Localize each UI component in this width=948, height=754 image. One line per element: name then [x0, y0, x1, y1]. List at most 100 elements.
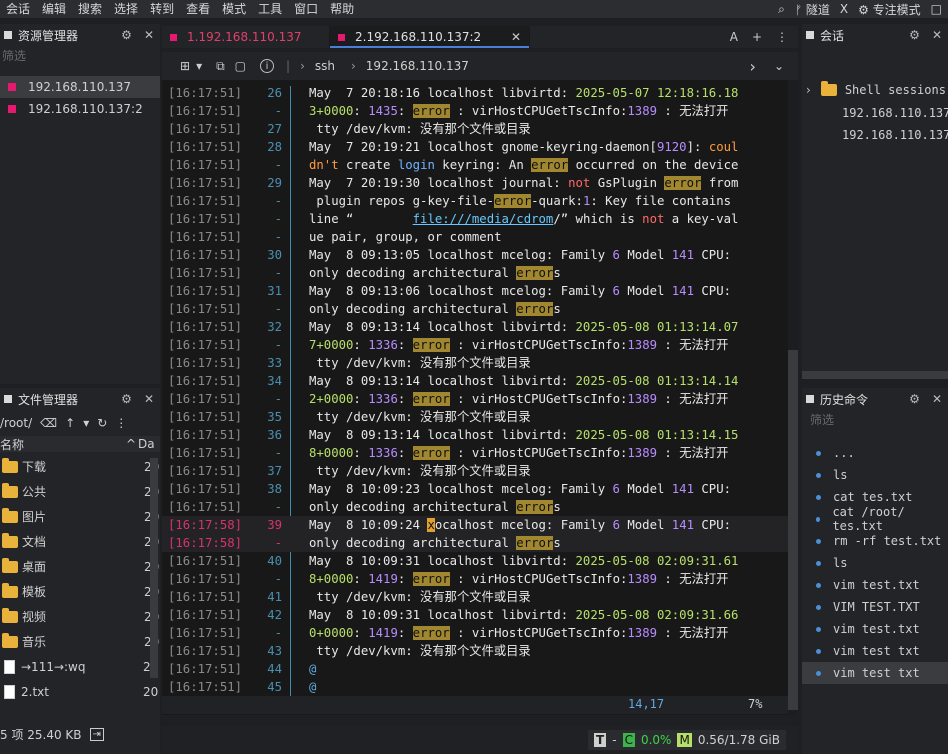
line-number: 45 — [267, 680, 282, 694]
line-number: - — [274, 536, 282, 550]
font-button[interactable]: A — [730, 30, 738, 44]
window-icon[interactable]: □ — [931, 2, 942, 16]
file-row[interactable]: 文档20 — [0, 529, 160, 554]
clear-icon[interactable]: ⌫ — [40, 416, 57, 430]
more-icon[interactable]: ⋮ — [115, 416, 127, 430]
history-item[interactable]: vim test.txt — [802, 574, 948, 596]
terminal-line: [16:17:51] - line “ file:///media/cdrom/” … — [162, 210, 788, 228]
scrollbar[interactable] — [150, 458, 158, 678]
history-item[interactable]: vim test txt — [802, 640, 948, 662]
settings-icon[interactable]: ⚙ — [909, 28, 920, 42]
menu-help[interactable]: 帮助 — [324, 0, 360, 18]
close-icon[interactable]: ✕ — [932, 28, 942, 42]
sessions-filter-input[interactable] — [802, 58, 948, 78]
terminal-scrollbar[interactable] — [788, 80, 798, 715]
file-row[interactable]: 桌面20 — [0, 554, 160, 579]
resource-filter-input[interactable]: 筛选 — [0, 46, 160, 66]
menu-mode[interactable]: 模式 — [216, 0, 252, 18]
terminal-line: [16:17:51] 30 May 8 09:13:05 localhost mce… — [162, 246, 788, 264]
session-item-2[interactable]: 192.168.110.137 — [802, 124, 948, 146]
history-item[interactable]: rm -rf test.txt — [802, 530, 948, 552]
history-item[interactable]: ... — [802, 442, 948, 464]
line-text: May 8 09:13:14 localhost libvirtd: 2025-… — [309, 320, 739, 334]
dropdown-icon[interactable]: ▾ — [83, 416, 89, 430]
file-name: 2.txt — [21, 684, 49, 699]
file-row[interactable]: 2.txt 20 — [0, 679, 160, 704]
terminal-sync-icon[interactable]: ⇥ — [89, 727, 104, 741]
history-item[interactable]: VIM TEST.TXT — [802, 596, 948, 618]
shell-sessions-folder[interactable]: › Shell sessions — [802, 78, 948, 102]
tab-session-2[interactable]: 2.192.168.110.137:2 ✕ — [330, 26, 530, 48]
info-icon[interactable]: i — [260, 59, 275, 73]
settings-icon[interactable]: ⚙ — [909, 392, 920, 406]
close-icon[interactable]: ✕ — [144, 392, 154, 406]
split-icon[interactable]: ⧉ — [216, 59, 225, 74]
line-timestamp: [16:17:51] — [168, 446, 243, 460]
bullet-icon — [816, 516, 821, 522]
close-icon[interactable]: ✕ — [144, 28, 154, 42]
line-text: 8+0000: 1336: error : virHostCPUGetTscIn… — [309, 446, 729, 460]
chevron-right-icon[interactable]: › — [750, 57, 756, 76]
history-title: 历史命令 — [820, 392, 869, 407]
up-icon[interactable]: ↑ — [65, 416, 75, 430]
menu-select[interactable]: 选择 — [108, 0, 144, 18]
history-command: vim test.txt — [833, 622, 920, 636]
chevron-right-icon[interactable]: › — [806, 83, 811, 97]
menu-tools[interactable]: 工具 — [252, 0, 288, 18]
line-timestamp: [16:17:51] — [168, 338, 243, 352]
scrollbar[interactable] — [802, 371, 948, 379]
file-manager-title: 文件管理器 — [18, 392, 79, 407]
menu-edit[interactable]: 编辑 — [36, 0, 72, 18]
history-item[interactable]: ls — [802, 552, 948, 574]
menu-search[interactable]: 搜索 — [72, 0, 108, 18]
search-icon[interactable]: ⌕ — [778, 2, 785, 17]
file-row[interactable]: 公共20 — [0, 479, 160, 504]
line-number: 36 — [267, 428, 282, 442]
new-terminal-icon[interactable]: ⊞ — [180, 59, 190, 73]
history-item[interactable]: vim test.txt — [802, 618, 948, 640]
file-row[interactable]: 模板20 — [0, 579, 160, 604]
session-item-1[interactable]: 192.168.110.137 — [0, 76, 160, 98]
x-button[interactable]: X — [840, 2, 848, 16]
menu-view[interactable]: 查看 — [180, 0, 216, 18]
path-input[interactable]: /root/ — [0, 416, 32, 430]
line-timestamp: [16:17:51] — [168, 410, 243, 424]
terminal-output[interactable]: [16:17:51] 26 May 7 20:18:16 localhost lib… — [162, 80, 788, 715]
add-tab-icon[interactable]: + — [752, 30, 762, 44]
session-item-2[interactable]: 192.168.110.137:2 — [0, 98, 160, 120]
file-row[interactable]: →111→:wq20 — [0, 654, 160, 679]
history-item[interactable]: ls — [802, 464, 948, 486]
folder-icon — [2, 507, 18, 523]
chevron-down-icon[interactable]: ⌄ — [774, 59, 784, 73]
tab-session-1[interactable]: 1.192.168.110.137 — [162, 26, 330, 48]
settings-icon[interactable]: ⚙ — [121, 28, 132, 42]
line-number: 26 — [267, 86, 282, 100]
history-filter-input[interactable]: 筛选 — [802, 410, 948, 430]
menu-goto[interactable]: 转到 — [144, 0, 180, 18]
more-icon[interactable]: ⋮ — [776, 30, 788, 44]
terminal-line: [16:17:51] - plugin repos g-key-file-erro… — [162, 192, 788, 210]
settings-icon[interactable]: ⚙ — [121, 392, 132, 406]
line-timestamp: [16:17:51] — [168, 608, 243, 622]
tab-label: 1.192.168.110.137 — [187, 30, 302, 44]
line-timestamp: [16:17:51] — [168, 230, 243, 244]
sort-icon[interactable]: ^ — [126, 437, 138, 451]
menu-window[interactable]: 窗口 — [288, 0, 324, 18]
history-item[interactable]: cat /root/ tes.txt — [802, 505, 948, 533]
history-item[interactable]: vim test txt — [802, 662, 948, 684]
dropdown-icon[interactable]: ▾ — [196, 59, 202, 73]
file-row[interactable]: 音乐20 — [0, 629, 160, 654]
window-icon[interactable]: ▢ — [235, 59, 246, 73]
close-icon[interactable]: ✕ — [932, 392, 942, 406]
tab-close-icon[interactable]: ✕ — [511, 30, 521, 44]
file-row[interactable]: 视频20 — [0, 604, 160, 629]
file-row[interactable]: 图片20 — [0, 504, 160, 529]
file-row[interactable]: 下载20 — [0, 454, 160, 479]
refresh-icon[interactable]: ↻ — [97, 416, 107, 430]
session-item-1[interactable]: 192.168.110.137 — [802, 102, 948, 124]
col-name-header[interactable]: 名称 — [0, 436, 126, 453]
col-date-header[interactable]: Da — [138, 437, 155, 451]
menu-session[interactable]: 会话 — [0, 0, 36, 18]
focus-mode-button[interactable]: ⚙ 专注模式 — [858, 1, 921, 18]
tunnel-button[interactable]: ᚠ 隧道 — [795, 1, 830, 18]
